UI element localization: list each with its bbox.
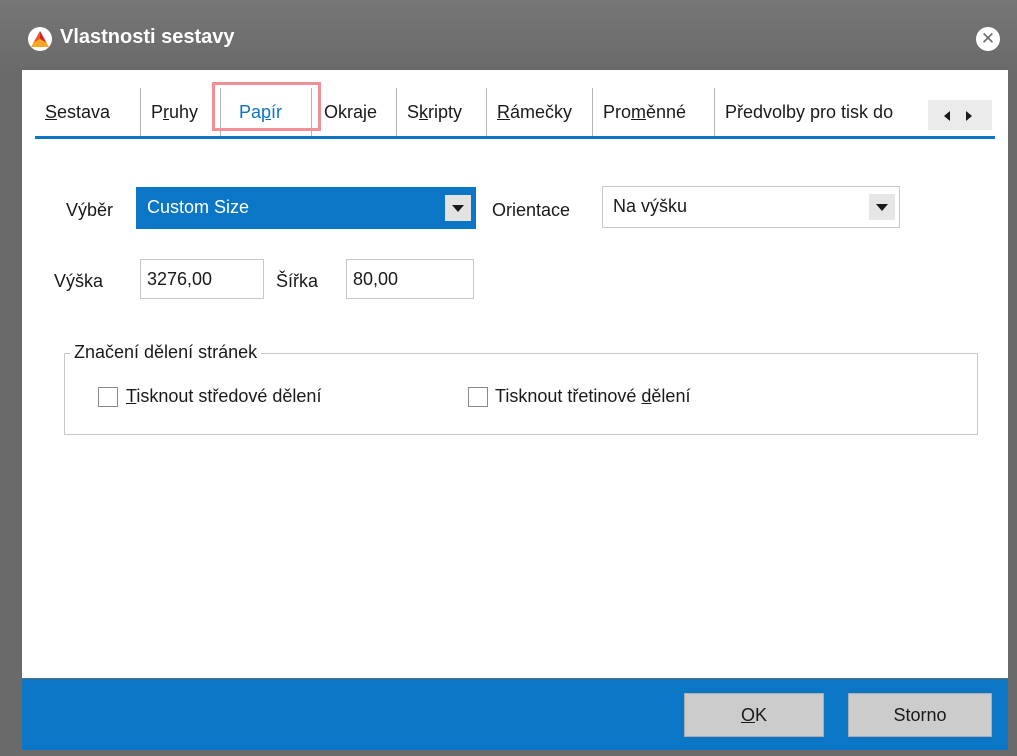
tab-scroll-buttons: [928, 100, 992, 130]
center-division-checkbox[interactable]: [98, 387, 118, 407]
title-bar[interactable]: Vlastnosti sestavy ✕: [0, 0, 1017, 70]
window-border-right: [1008, 70, 1017, 756]
active-tab-highlight: [212, 82, 321, 131]
height-field[interactable]: 3276,00: [140, 259, 264, 299]
ok-button[interactable]: OK: [684, 693, 824, 737]
tab-sestava[interactable]: Sestava: [35, 88, 141, 136]
window-title: Vlastnosti sestavy: [60, 26, 235, 48]
tab-promenne[interactable]: Proměnné: [593, 88, 715, 136]
sirka-label: Šířka: [276, 271, 319, 291]
tab-bar: Sestava Pruhy Papír Okraje Skripty Rámeč…: [35, 88, 995, 138]
tab-okraje[interactable]: Okraje: [311, 88, 397, 136]
vyska-label: Výška: [54, 271, 104, 291]
third-division-checkbox[interactable]: [468, 387, 488, 407]
orientation-value: Na výšku: [613, 196, 688, 216]
window-border-left: [0, 70, 22, 756]
width-field[interactable]: 80,00: [346, 259, 474, 299]
vyber-label: Výběr: [66, 200, 114, 220]
cancel-button[interactable]: Storno: [848, 693, 992, 737]
chevron-down-icon[interactable]: [869, 194, 895, 220]
tab-skripty[interactable]: Skripty: [397, 88, 487, 136]
tab-pruhy[interactable]: Pruhy: [141, 88, 221, 136]
page-division-title: Značení dělení stránek: [70, 342, 262, 363]
app-logo-icon: [28, 27, 52, 51]
paper-size-value: Custom Size: [147, 197, 250, 217]
paper-size-select[interactable]: Custom Size: [136, 187, 476, 229]
scroll-right-icon[interactable]: [966, 111, 972, 121]
center-division-label[interactable]: Tisknout středové dělení: [126, 386, 321, 407]
chevron-down-icon[interactable]: [445, 195, 471, 221]
tab-underline: [35, 136, 995, 139]
scroll-left-icon[interactable]: [944, 111, 950, 121]
orientace-label: Orientace: [492, 200, 571, 220]
third-division-label[interactable]: Tisknout třetinové dělení: [495, 386, 690, 407]
tab-predvolby[interactable]: Předvolby pro tisk do: [715, 88, 928, 136]
tab-ramecky[interactable]: Rámečky: [487, 88, 593, 136]
close-icon[interactable]: ✕: [976, 27, 1000, 51]
orientation-select[interactable]: Na výšku: [602, 186, 900, 228]
